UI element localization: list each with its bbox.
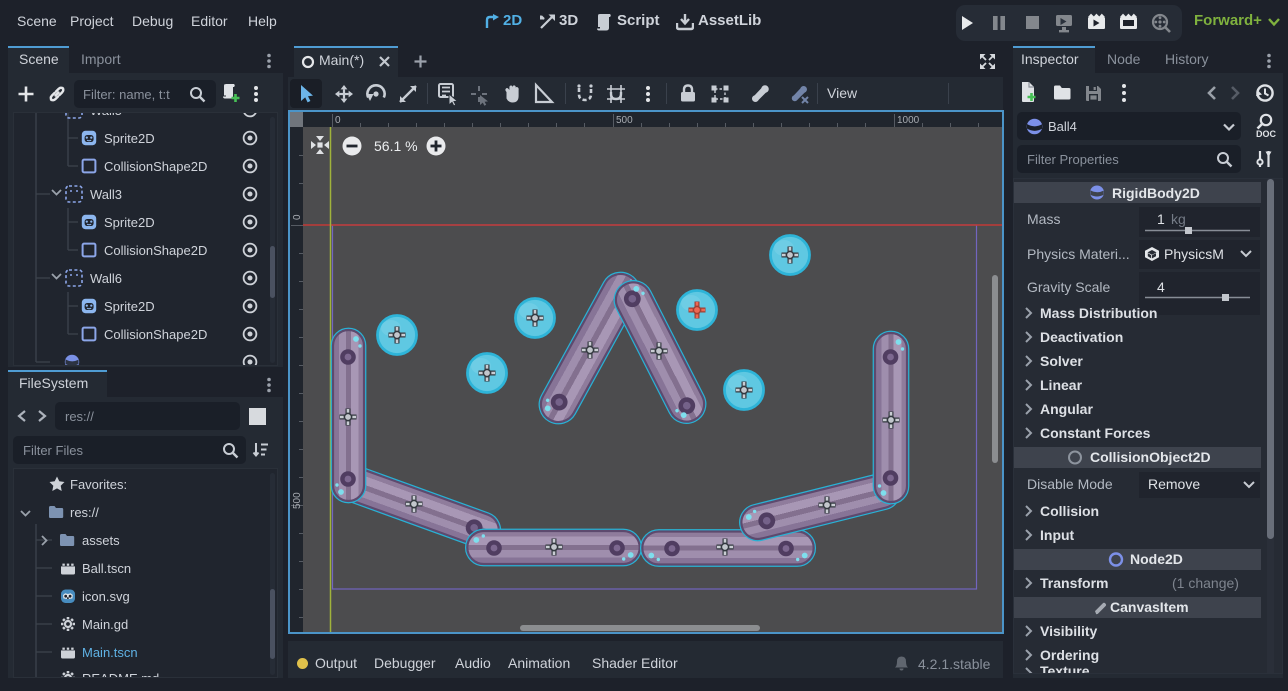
svg-text:Favorites:: Favorites: <box>70 477 127 492</box>
svg-text:0: 0 <box>292 214 303 220</box>
svg-text:RigidBody2D: RigidBody2D <box>1112 185 1200 201</box>
svg-text:Sprite2D: Sprite2D <box>104 299 155 314</box>
svg-text:CollisionShape2D: CollisionShape2D <box>104 327 207 342</box>
svg-text:Ordering: Ordering <box>1040 647 1099 663</box>
svg-text:(1 change): (1 change) <box>1172 575 1239 591</box>
svg-text:Sprite2D: Sprite2D <box>104 131 155 146</box>
svg-text:Wall3: Wall3 <box>90 187 122 202</box>
svg-text:Transform: Transform <box>1040 575 1108 591</box>
svg-text:Solver: Solver <box>1040 353 1083 369</box>
svg-text:Node2D: Node2D <box>1130 551 1183 567</box>
svg-text:1000: 1000 <box>897 115 920 126</box>
svg-text:CollisionShape2D: CollisionShape2D <box>104 243 207 258</box>
svg-text:Collision: Collision <box>1040 503 1099 519</box>
svg-text:Visibility: Visibility <box>1040 623 1098 639</box>
svg-text:res://: res:// <box>70 505 99 520</box>
svg-text:icon.svg: icon.svg <box>82 589 130 604</box>
svg-text:Angular: Angular <box>1040 401 1093 417</box>
svg-text:Disable Mode: Disable Mode <box>1027 476 1113 492</box>
svg-text:Deactivation: Deactivation <box>1040 329 1123 345</box>
svg-text:Sprite2D: Sprite2D <box>104 215 155 230</box>
svg-text:1: 1 <box>1157 211 1165 227</box>
svg-text:Main.tscn: Main.tscn <box>82 645 138 660</box>
svg-text:Mass Distribution: Mass Distribution <box>1040 305 1157 321</box>
svg-text:DOC: DOC <box>1256 129 1277 139</box>
svg-text:4: 4 <box>1157 279 1165 295</box>
svg-text:Gravity Scale: Gravity Scale <box>1027 279 1110 295</box>
svg-text:Physics Materi...: Physics Materi... <box>1027 246 1130 262</box>
svg-text:CollisionShape2D: CollisionShape2D <box>104 159 207 174</box>
svg-text:Wall5: Wall5 <box>90 113 122 118</box>
svg-text:Input: Input <box>1040 527 1075 543</box>
svg-text:500: 500 <box>292 492 303 509</box>
svg-text:Main.gd: Main.gd <box>82 617 128 632</box>
svg-text:Constant Forces: Constant Forces <box>1040 425 1151 441</box>
svg-text:Mass: Mass <box>1027 211 1060 227</box>
svg-text:README.md: README.md <box>82 671 159 678</box>
svg-text:CollisionObject2D: CollisionObject2D <box>1090 449 1211 465</box>
svg-text:Texture: Texture <box>1040 663 1090 673</box>
svg-text:56.1 %: 56.1 % <box>374 138 418 154</box>
svg-text:kg: kg <box>1171 211 1186 227</box>
svg-text:Linear: Linear <box>1040 377 1083 393</box>
svg-text:Wall6: Wall6 <box>90 271 122 286</box>
svg-text:CanvasItem: CanvasItem <box>1110 599 1189 615</box>
svg-text:Remove: Remove <box>1148 476 1200 492</box>
svg-text:assets: assets <box>82 533 120 548</box>
svg-text:0: 0 <box>335 115 341 126</box>
svg-text:500: 500 <box>616 115 633 126</box>
svg-text:PhysicsM: PhysicsM <box>1164 246 1224 262</box>
svg-text:Ball.tscn: Ball.tscn <box>82 561 131 576</box>
